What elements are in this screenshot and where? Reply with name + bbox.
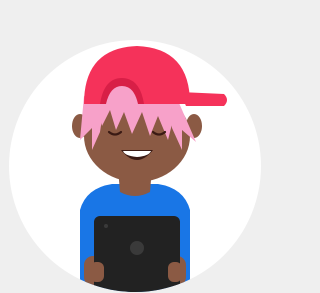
avatar-frame bbox=[0, 0, 271, 293]
avatar-illustration bbox=[9, 40, 261, 292]
tablet-sensor-shape bbox=[104, 224, 108, 228]
cap-visor-shape bbox=[180, 92, 227, 106]
tablet-camera-shape bbox=[130, 241, 144, 255]
left-fingers-shape bbox=[90, 262, 104, 282]
right-fingers-shape bbox=[168, 262, 182, 282]
